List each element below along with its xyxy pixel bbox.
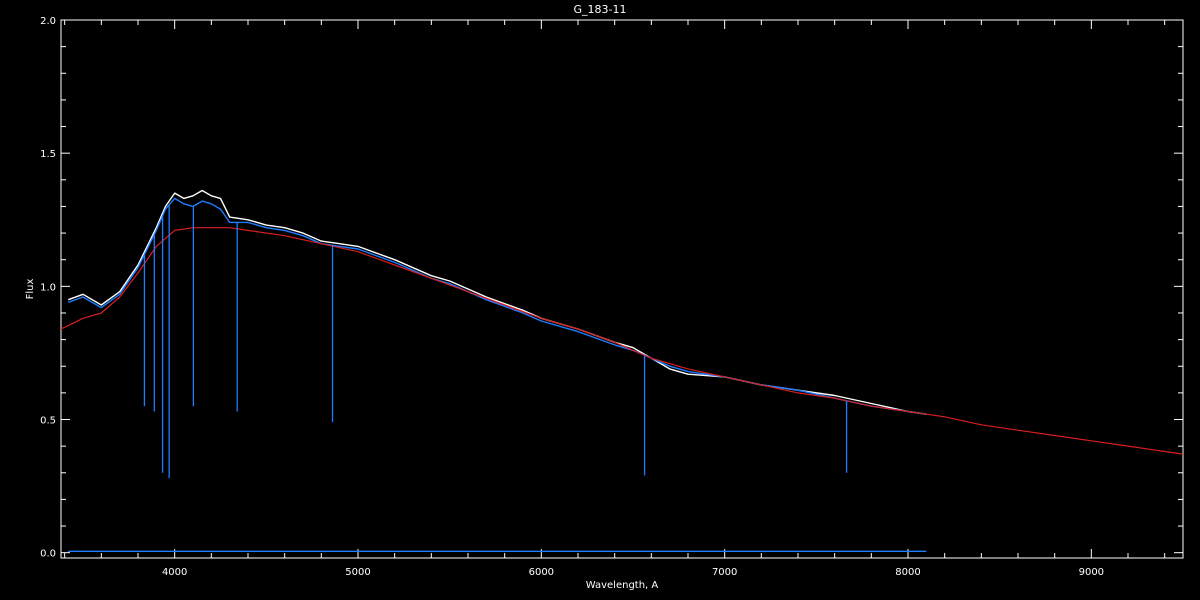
y-tick-label: 1.0 (40, 282, 56, 293)
y-tick-label: 0.5 (40, 416, 56, 427)
y-tick-label: 0.0 (40, 549, 56, 560)
series-line-3 (60, 227, 1184, 455)
spectrum-chart: G_183-11 4000 5000 6000 7000 8000 9000 0.0 0.5 1… (25, 3, 1184, 591)
y-tick-label: 1.5 (40, 149, 56, 160)
y-axis-label: Flux (25, 279, 36, 300)
x-tick-label: 7000 (712, 567, 737, 578)
x-tick-label: 9000 (1079, 567, 1104, 578)
y-tick-label: 2.0 (40, 16, 56, 27)
plot-frame (60, 19, 1184, 559)
x-tick-label: 6000 (529, 567, 554, 578)
x-tick-label: 8000 (895, 567, 920, 578)
x-tick-label: 5000 (345, 567, 370, 578)
series-layer (60, 189, 1184, 552)
axis-ticks: 4000 5000 6000 7000 8000 9000 0.0 0.5 1.0 1.5 2.0 (40, 16, 1183, 578)
x-tick-label: 4000 (162, 567, 187, 578)
x-axis-label: Wavelength, A (586, 580, 659, 591)
series-line-2 (68, 197, 927, 415)
chart-title: G_183-11 (574, 3, 627, 16)
